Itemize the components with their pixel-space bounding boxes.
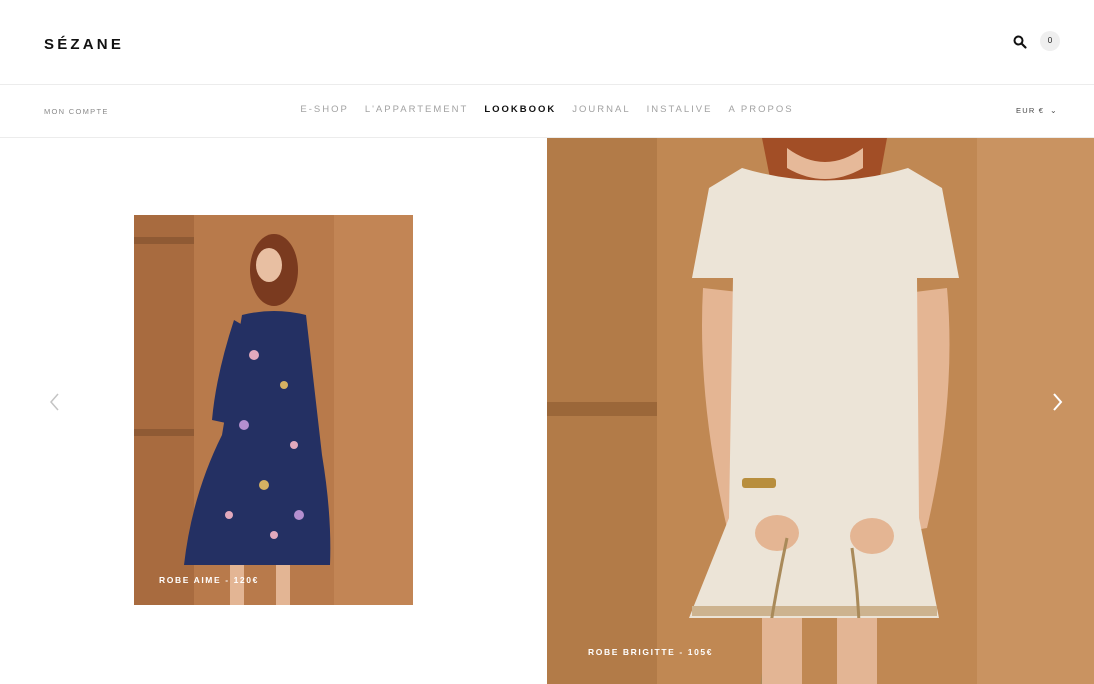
carousel-next-button[interactable] xyxy=(1047,390,1067,414)
site-header: SÉZANE 0 xyxy=(0,0,1094,85)
search-button[interactable] xyxy=(1012,34,1028,50)
main-nav: MON COMPTE E-SHOP L'APPARTEMENT LOOKBOOK… xyxy=(0,85,1094,138)
look-card-robe-aime[interactable]: ROBE AIME - 120€ xyxy=(134,215,413,605)
nav-item-appartement[interactable]: L'APPARTEMENT xyxy=(365,104,468,115)
look-caption: ROBE AIME - 120€ xyxy=(159,575,259,585)
chevron-down-icon[interactable]: ⌄ xyxy=(1050,106,1057,115)
nav-menu: E-SHOP L'APPARTEMENT LOOKBOOK JOURNAL IN… xyxy=(0,104,1094,115)
look-caption: ROBE BRIGITTE - 105€ xyxy=(588,647,714,657)
chevron-right-icon xyxy=(1053,393,1063,411)
carousel-prev-button[interactable] xyxy=(45,390,65,414)
look-photo xyxy=(134,215,413,605)
look-card-robe-brigitte[interactable]: ROBE BRIGITTE - 105€ xyxy=(547,138,1094,684)
chevron-left-icon xyxy=(50,393,59,411)
site-logo[interactable]: SÉZANE xyxy=(44,36,124,53)
nav-item-lookbook[interactable]: LOOKBOOK xyxy=(484,104,556,115)
nav-item-journal[interactable]: JOURNAL xyxy=(572,104,630,115)
nav-item-e-shop[interactable]: E-SHOP xyxy=(300,104,348,115)
search-icon xyxy=(1013,35,1027,49)
currency-selector[interactable]: EUR € xyxy=(1016,106,1044,115)
cart-button[interactable]: 0 xyxy=(1040,31,1060,51)
nav-item-instalive[interactable]: INSTALIVE xyxy=(647,104,713,115)
nav-item-a-propos[interactable]: A PROPOS xyxy=(728,104,793,115)
look-photo xyxy=(547,138,1094,684)
